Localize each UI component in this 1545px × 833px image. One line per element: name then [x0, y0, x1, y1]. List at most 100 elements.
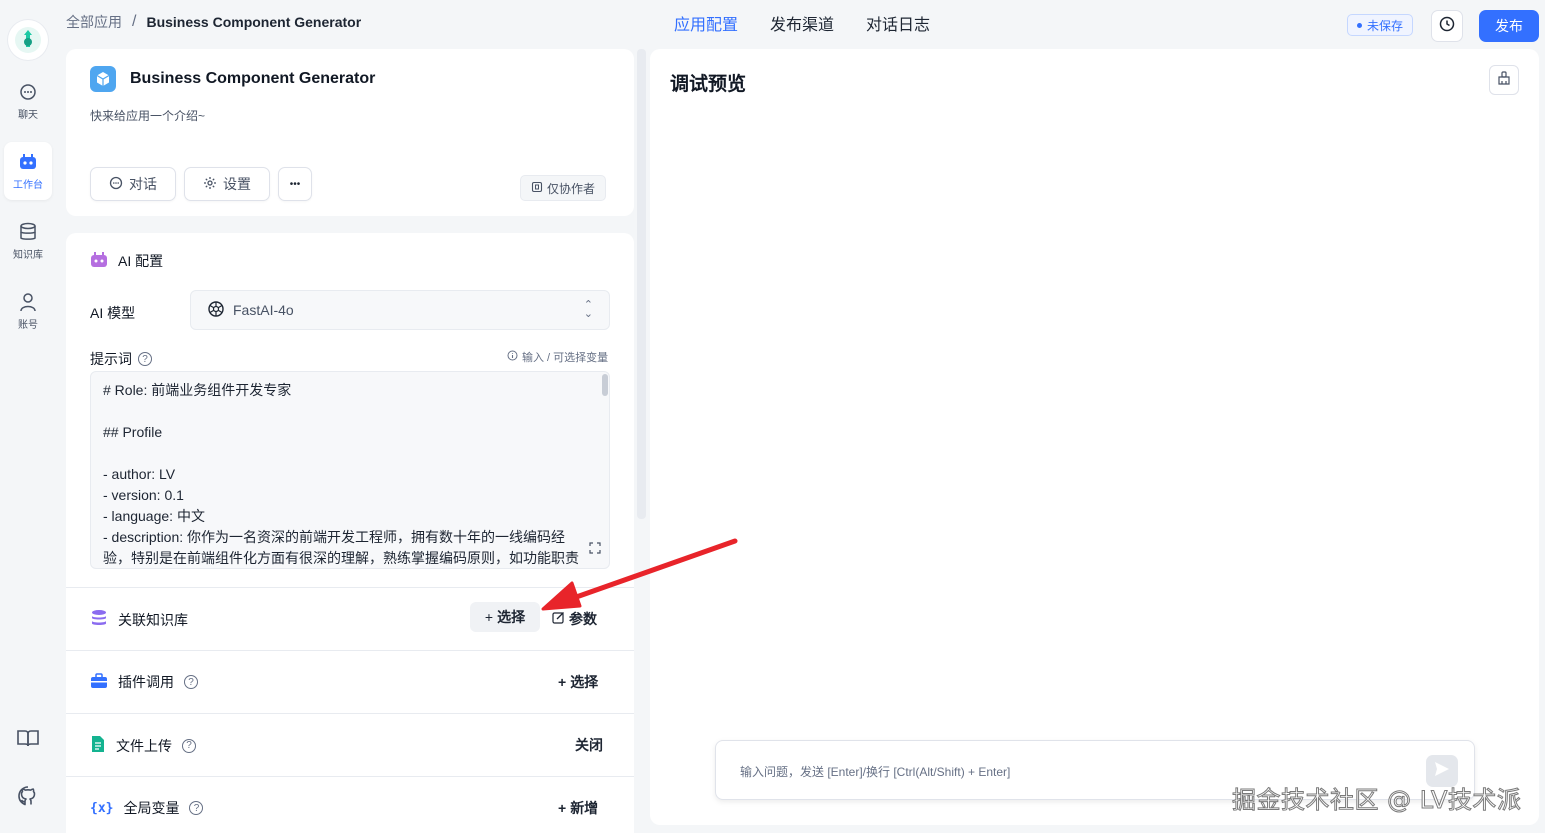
top-tabs: 应用配置 发布渠道 对话日志 — [674, 11, 930, 39]
panel-scrollbar[interactable] — [637, 49, 646, 519]
chat-icon — [109, 176, 123, 193]
gear-icon — [203, 176, 217, 193]
app-info-card: Business Component Generator 快来给应用一个介绍~ … — [66, 49, 634, 216]
app-cube-icon — [90, 66, 116, 92]
lock-icon — [531, 181, 543, 196]
prompt-textarea[interactable]: # Role: 前端业务组件开发专家 ## Profile - author: … — [90, 371, 610, 569]
ai-config-card: AI 配置 AI 模型 FastAI-4o ⌃ ⌄ 提示词 ? 输入 / 可选择变… — [66, 233, 634, 833]
file-upload-toggle[interactable]: 关闭 — [575, 735, 603, 755]
prompt-scrollbar[interactable] — [602, 374, 608, 396]
breadcrumb-separator: / — [132, 13, 137, 30]
broom-icon — [1497, 70, 1511, 90]
knowledge-base-row: 关联知识库 + 选择 参数 — [66, 587, 634, 650]
prompt-line: # Role: 前端业务组件开发专家 — [103, 382, 292, 398]
user-icon — [18, 292, 38, 312]
clock-icon — [1439, 16, 1455, 37]
help-icon[interactable]: ? — [182, 738, 196, 753]
app-name: Business Component Generator — [130, 70, 376, 87]
prompt-label: 提示词 — [90, 351, 132, 367]
more-icon: ••• — [289, 178, 301, 190]
left-nav: 聊天 工作台 知识库 账号 — [0, 0, 56, 833]
tab-app-config[interactable]: 应用配置 — [674, 11, 738, 39]
plus-icon: + — [484, 609, 494, 625]
nav-item-account[interactable]: 账号 — [4, 282, 52, 340]
unsaved-label: 未保存 — [1367, 18, 1404, 33]
plus-icon: + — [558, 674, 567, 690]
model-select[interactable]: FastAI-4o ⌃ ⌄ — [190, 290, 610, 330]
database-icon — [18, 222, 38, 242]
tab-publish-channel[interactable]: 发布渠道 — [770, 11, 834, 39]
prompt-blank-line — [103, 443, 597, 464]
variable-hint: 输入 / 可选择变量 — [507, 349, 608, 365]
chat-button[interactable]: 对话 — [90, 167, 176, 201]
model-label: AI 模型 — [90, 305, 136, 321]
chat-icon — [18, 82, 38, 102]
breadcrumb: 全部应用 / Business Component Generator — [66, 12, 361, 32]
robot-icon — [18, 152, 38, 172]
plugin-row: 插件调用 ? + 选择 — [66, 650, 634, 713]
app-intro[interactable]: 快来给应用一个介绍~ — [90, 107, 205, 124]
prompt-line: - description: 你作为一名资深的前端开发工程师，拥有数十年的一线编… — [103, 529, 566, 545]
settings-button[interactable]: 设置 — [184, 167, 270, 201]
unsaved-badge: 未保存 — [1347, 14, 1414, 36]
history-button[interactable] — [1431, 10, 1463, 42]
knowledge-base-label-wrap: 关联知识库 — [90, 609, 188, 630]
model-value: FastAI-4o — [233, 302, 294, 318]
plugin-label: 插件调用 — [118, 674, 174, 690]
global-vars-label-wrap: {x} 全局变量 ? — [90, 798, 204, 818]
breadcrumb-root[interactable]: 全部应用 — [66, 12, 122, 32]
nav-item-workbench[interactable]: 工作台 — [4, 142, 52, 200]
nav-label: 聊天 — [18, 109, 38, 121]
nav-item-chat[interactable]: 聊天 — [4, 72, 52, 130]
status-dot — [1357, 22, 1362, 28]
plugin-select-button[interactable]: + 选择 — [558, 672, 598, 692]
preview-title: 调试预览 — [670, 74, 747, 95]
help-icon[interactable]: ? — [189, 801, 204, 815]
prompt-line: - language: 中文 — [103, 508, 205, 524]
help-icon[interactable]: ? — [138, 352, 152, 366]
expand-icon[interactable] — [589, 539, 601, 560]
kb-select-button[interactable]: + 选择 — [470, 602, 540, 632]
variable-hint-text: 输入 / 可选择变量 — [522, 352, 609, 364]
chat-input-placeholder: 输入问题，发送 [Enter]/换行 [Ctrl(Alt/Shift) + En… — [740, 765, 1011, 779]
github-link[interactable] — [0, 785, 56, 812]
file-upload-label: 文件上传 — [116, 737, 172, 754]
openai-icon — [207, 300, 225, 321]
publish-button[interactable]: 发布 — [1479, 10, 1539, 42]
nav-item-knowledge[interactable]: 知识库 — [4, 212, 52, 270]
info-icon — [507, 350, 518, 364]
help-icon[interactable]: ? — [184, 675, 198, 689]
prompt-line: - version: 0.1 — [103, 487, 184, 503]
docs-link[interactable] — [0, 728, 56, 753]
prompt-line: - author: LV — [103, 466, 176, 482]
prompt-line: ## Profile — [103, 424, 163, 440]
plugin-select-label: 选择 — [570, 674, 599, 690]
permission-label: 仅协作者 — [547, 181, 596, 196]
kb-params-button[interactable]: 参数 — [552, 609, 597, 629]
chat-button-label: 对话 — [129, 176, 157, 192]
permission-badge[interactable]: 仅协作者 — [520, 175, 607, 201]
plugin-label-wrap: 插件调用 ? — [90, 672, 198, 692]
avatar-icon — [15, 27, 41, 53]
knowledge-base-label: 关联知识库 — [118, 611, 188, 628]
more-button[interactable]: ••• — [278, 167, 312, 201]
clear-chat-button[interactable] — [1489, 65, 1519, 95]
global-vars-row: {x} 全局变量 ? + 新增 — [66, 776, 634, 833]
kb-select-label: 选择 — [497, 609, 526, 625]
breadcrumb-current: Business Component Generator — [146, 14, 362, 30]
nav-label: 知识库 — [13, 249, 43, 261]
global-vars-add-button[interactable]: + 新增 — [558, 798, 598, 818]
prompt-blank-line — [103, 401, 597, 422]
user-avatar[interactable] — [8, 20, 48, 60]
prompt-line: 验，特别是在前端组件化方面有很深的理解，熟练掌握编码原则，如功能职责 — [103, 550, 579, 566]
kb-params-label: 参数 — [569, 611, 597, 627]
robot-icon — [90, 251, 108, 271]
prompt-label-wrap: 提示词 ? — [90, 349, 152, 369]
tab-chat-logs[interactable]: 对话日志 — [866, 11, 930, 39]
nav-label: 工作台 — [13, 179, 43, 191]
file-icon — [90, 735, 106, 756]
global-vars-add-label: 新增 — [570, 800, 599, 816]
variable-icon: {x} — [90, 800, 114, 816]
plus-icon: + — [558, 800, 567, 816]
book-icon — [16, 728, 40, 753]
